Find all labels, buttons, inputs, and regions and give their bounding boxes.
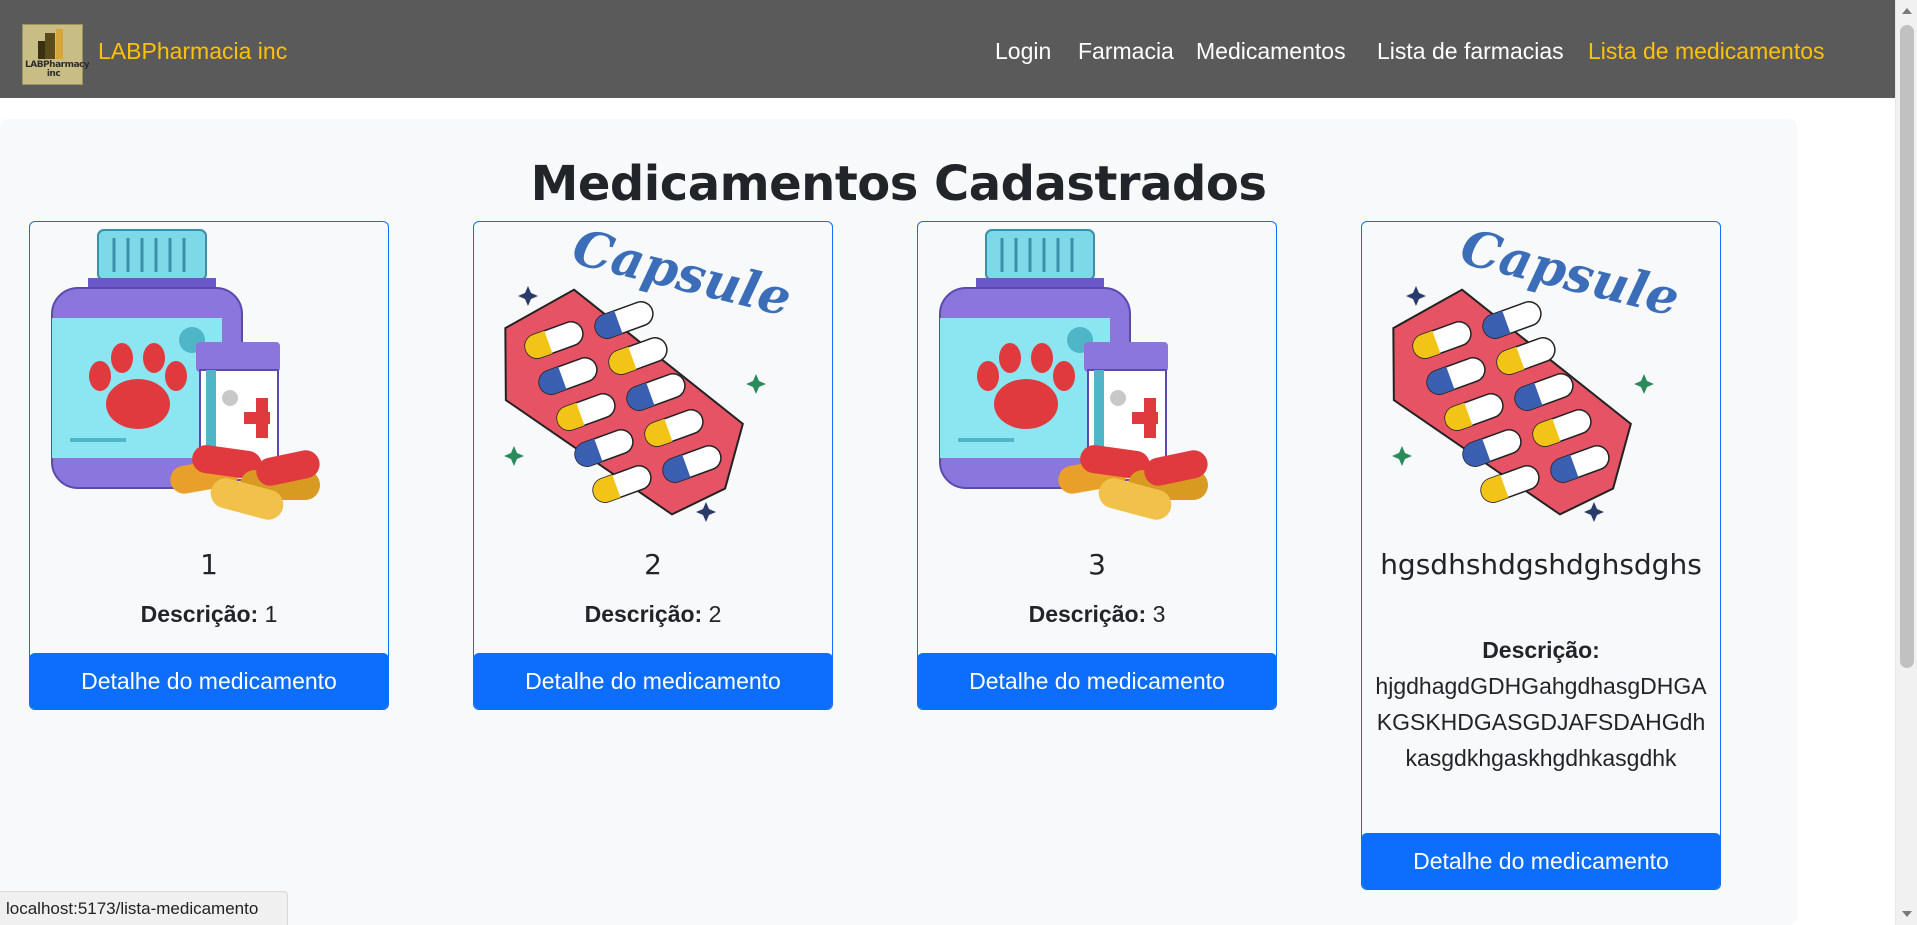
navbar: LABPharmacy inc LABPharmacia inc Login F…	[0, 0, 1895, 98]
nav-farmacia[interactable]: Farmacia	[1078, 38, 1174, 66]
scroll-up-arrow-icon[interactable]	[1902, 8, 1912, 14]
brand-logo-text: LABPharmacy inc	[25, 60, 90, 79]
description-label: Descrição:	[140, 601, 259, 627]
medicine-name: 2	[644, 548, 662, 581]
description-label: Descrição:	[1482, 637, 1600, 663]
pill-bottle-paw-image	[50, 228, 325, 526]
capsule-blister-image	[1389, 222, 1687, 523]
description-label: Descrição:	[584, 601, 703, 627]
medicine-card: hgsdhshdgshdghsdghs Descrição: hjgdhagdG…	[1361, 221, 1721, 890]
capsule-blister-image	[501, 222, 799, 523]
medicine-name: hgsdhshdgshdghsdghs	[1380, 548, 1702, 581]
medicine-description: Descrição: hjgdhagdGDHGahgdhasgDHGAKGSKH…	[1374, 632, 1708, 776]
page-title: Medicamentos Cadastrados	[530, 156, 1267, 212]
medicine-card: 2 Descrição: 2 Detalhe do medicamento	[473, 221, 833, 710]
medicine-detail-button[interactable]: Detalhe do medicamento	[918, 653, 1276, 709]
description-value: 3	[1152, 601, 1166, 627]
nav-medicamentos[interactable]: Medicamentos	[1196, 38, 1346, 66]
medicine-card: 3 Descrição: 3 Detalhe do medicamento	[917, 221, 1277, 710]
nav-lista-medicamentos[interactable]: Lista de medicamentos	[1588, 38, 1825, 66]
medicine-detail-button[interactable]: Detalhe do medicamento	[30, 653, 388, 709]
medicine-description: Descrição: 1	[42, 596, 376, 632]
nav-lista-farmacias[interactable]: Lista de farmacias	[1377, 38, 1564, 66]
brand-name[interactable]: LABPharmacia inc	[98, 38, 287, 65]
status-bar-url: localhost:5173/lista-medicamento	[0, 891, 288, 925]
medicine-detail-button[interactable]: Detalhe do medicamento	[1362, 833, 1720, 889]
description-value: 1	[264, 601, 278, 627]
medicine-name: 3	[1088, 548, 1106, 581]
medicine-card: 1 Descrição: 1 Detalhe do medicamento	[29, 221, 389, 710]
description-value: hjgdhagdGDHGahgdhasgDHGAKGSKHDGASGDJAFSD…	[1375, 673, 1707, 771]
brand-logo[interactable]: LABPharmacy inc	[22, 24, 90, 85]
medicine-description: Descrição: 3	[930, 596, 1264, 632]
medicine-name: 1	[200, 548, 218, 581]
page-scrollbar[interactable]	[1895, 0, 1917, 925]
scrollbar-thumb[interactable]	[1900, 25, 1914, 668]
description-label: Descrição:	[1028, 601, 1147, 627]
pill-bottle-paw-image	[938, 228, 1213, 526]
description-value: 2	[708, 601, 722, 627]
medicine-description: Descrição: 2	[486, 596, 820, 632]
scroll-down-arrow-icon[interactable]	[1902, 911, 1912, 917]
nav-login[interactable]: Login	[995, 38, 1051, 66]
medicine-detail-button[interactable]: Detalhe do medicamento	[474, 653, 832, 709]
